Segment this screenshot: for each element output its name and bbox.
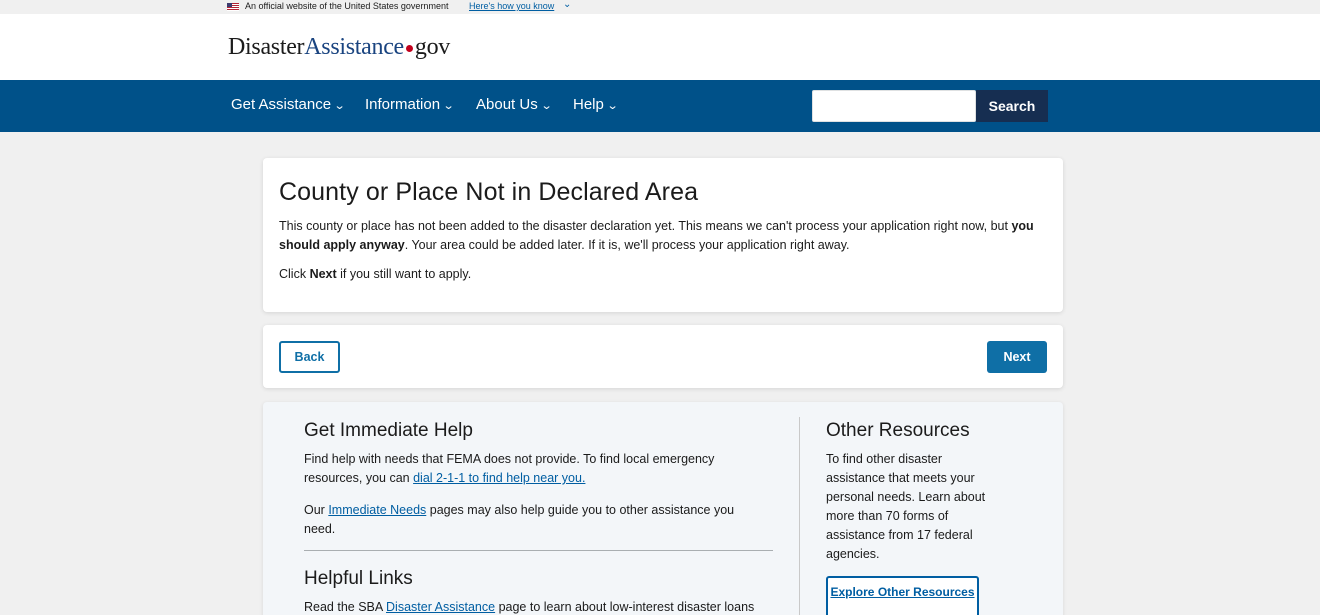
message-text: . Your area could be added later. If it … (404, 238, 850, 252)
other-resources-heading: Other Resources (826, 420, 970, 441)
us-flag-icon (227, 3, 239, 11)
main-nav: Get Assistance ⌄ Information ⌄ About Us ⌄ H… (0, 80, 1320, 132)
logo-part-gov: gov (414, 34, 451, 60)
next-instruction: Click Next if you still want to apply. (279, 267, 471, 281)
nav-get-assistance[interactable]: Get Assistance ⌄ (231, 96, 346, 113)
nav-item-label: Information (365, 96, 441, 113)
column-divider (799, 417, 800, 615)
site-logo[interactable]: DisasterAssistance gov (228, 34, 450, 61)
sba-text: Read the SBA Disaster Assistance page to… (304, 598, 774, 615)
back-button[interactable]: Back (279, 341, 340, 373)
how-you-know-link[interactable]: Here's how you know (469, 1, 554, 11)
chevron-down-icon: ⌄ (606, 100, 619, 112)
help-section: Get Immediate Help Find help with needs … (263, 402, 1063, 615)
gov-banner: An official website of the United States… (0, 0, 1320, 14)
nav-item-label: Get Assistance (231, 96, 332, 113)
next-button[interactable]: Next (987, 341, 1047, 373)
nav-item-label: About Us (476, 96, 538, 113)
immediate-needs-text: Our Immediate Needs pages may also help … (304, 501, 754, 539)
chevron-down-icon: ⌄ (540, 100, 553, 112)
chevron-down-icon: ⌄ (442, 100, 455, 112)
search-button[interactable]: Search (976, 90, 1048, 122)
helpful-links-heading: Helpful Links (304, 568, 413, 589)
message-text: This county or place has not been added … (279, 219, 1012, 233)
nav-help[interactable]: Help ⌄ (573, 96, 619, 113)
official-site-text: An official website of the United States… (245, 1, 449, 11)
nav-information[interactable]: Information ⌄ (365, 96, 455, 113)
divider (304, 550, 773, 551)
immediate-needs-link[interactable]: Immediate Needs (328, 503, 426, 517)
page-title: County or Place Not in Declared Area (279, 178, 699, 206)
logo-dot-icon (405, 45, 413, 52)
logo-part-disaster: Disaster (228, 34, 305, 60)
declaration-message: This county or place has not been added … (279, 217, 1049, 255)
help-text: Read the SBA (304, 600, 387, 614)
logo-part-assistance: Assistance (304, 34, 404, 60)
nav-item-label: Help (573, 96, 604, 113)
declared-area-card: County or Place Not in Declared Area Thi… (263, 158, 1063, 312)
form-navigation: Back Next (263, 325, 1063, 388)
instruction-emphasis: Next (309, 267, 337, 281)
site-header: DisasterAssistance gov (0, 14, 1320, 80)
help-text: page to learn about low-interest disaste… (495, 600, 755, 614)
immediate-help-text: Find help with needs that FEMA does not … (304, 450, 744, 488)
instruction-text: if you still want to apply. (336, 267, 472, 281)
disaster-assistance-link[interactable]: Disaster Assistance (386, 600, 495, 614)
immediate-help-heading: Get Immediate Help (304, 420, 473, 441)
explore-other-resources-button[interactable]: Explore Other Resources (826, 576, 979, 615)
nav-about-us[interactable]: About Us ⌄ (476, 96, 553, 113)
help-text: Our (304, 503, 329, 517)
other-resources-text: To find other disaster assistance that m… (826, 452, 986, 561)
chevron-down-icon[interactable]: ⌄ (563, 0, 571, 10)
chevron-down-icon: ⌄ (333, 100, 346, 112)
search-input[interactable] (812, 90, 976, 122)
dial-211-link[interactable]: dial 2-1-1 to find help near you. (413, 471, 585, 485)
instruction-text: Click (279, 267, 310, 281)
